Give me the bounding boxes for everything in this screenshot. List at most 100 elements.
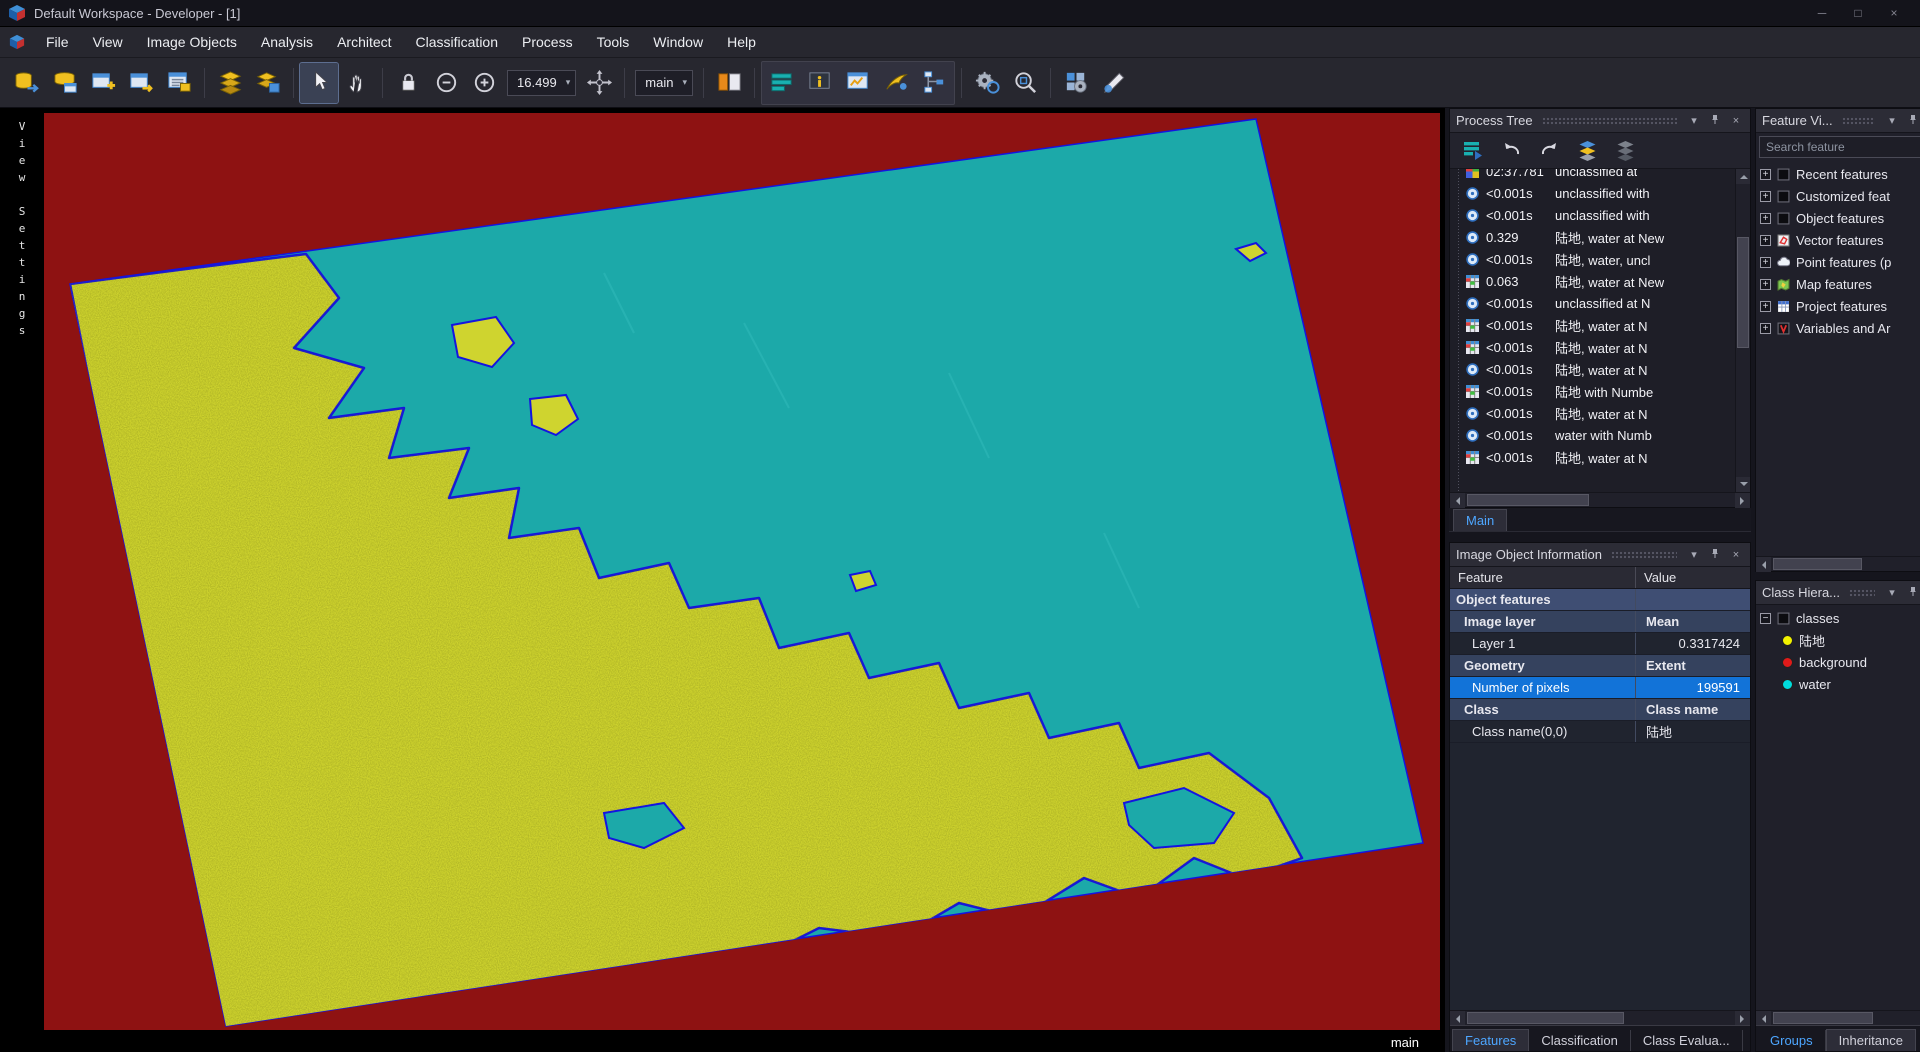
manage-customized-features-icon[interactable]	[968, 63, 1006, 103]
class-hierarchy-horizontal-scrollbar[interactable]	[1756, 1010, 1920, 1025]
class-node-land[interactable]: 陆地	[1756, 629, 1920, 651]
drag-grip[interactable]	[1542, 117, 1677, 125]
menu-classification[interactable]: Classification	[404, 29, 510, 55]
options-icon[interactable]	[1057, 63, 1095, 103]
pin-icon[interactable]	[1905, 114, 1920, 128]
scroll-left-button[interactable]	[1450, 1011, 1465, 1026]
pin-icon[interactable]	[1905, 586, 1920, 600]
process-row[interactable]: <0.001s陆地 with Numbe	[1450, 380, 1735, 402]
chevron-down-icon[interactable]: ▾	[682, 77, 687, 88]
table-row[interactable]: GeometryExtent	[1450, 655, 1750, 677]
search-input[interactable]	[1760, 140, 1920, 154]
expand-icon[interactable]: +	[1760, 301, 1771, 312]
process-row[interactable]: <0.001sunclassified at N	[1450, 292, 1735, 314]
map-viewport[interactable]: main	[44, 108, 1445, 1052]
table-row[interactable]: Image layerMean	[1450, 611, 1750, 633]
class-node-water[interactable]: water	[1756, 673, 1920, 695]
feature-search-box[interactable]	[1759, 136, 1920, 158]
delete-level-icon[interactable]	[1574, 138, 1600, 164]
scroll-thumb[interactable]	[1737, 237, 1749, 348]
scroll-thumb[interactable]	[1467, 494, 1589, 506]
menu-window[interactable]: Window	[641, 29, 715, 55]
menu-analysis[interactable]: Analysis	[249, 29, 325, 55]
pin-icon[interactable]	[1707, 548, 1723, 562]
scroll-thumb[interactable]	[1467, 1012, 1624, 1024]
show-outlines-icon[interactable]	[763, 63, 801, 103]
chevron-down-icon[interactable]: ▾	[1884, 114, 1900, 127]
feature-group-point[interactable]: +Point features (p	[1756, 251, 1920, 273]
feature-view-tree[interactable]: +Recent features +Customized feat +Objec…	[1756, 161, 1920, 556]
redo-icon[interactable]	[1536, 138, 1562, 164]
expand-icon[interactable]: +	[1760, 235, 1771, 246]
tab-classification[interactable]: Classification	[1529, 1030, 1631, 1051]
feature-view-icon[interactable]	[839, 63, 877, 103]
view-settings-tab[interactable]: View Settings	[0, 108, 44, 1052]
process-tree-vertical-scrollbar[interactable]	[1735, 169, 1750, 492]
scroll-right-button[interactable]	[1735, 1011, 1750, 1026]
run-process-icon[interactable]	[1460, 138, 1486, 164]
process-row[interactable]: 02:37.781unclassified at	[1450, 169, 1735, 182]
open-workspace-icon[interactable]	[46, 63, 84, 103]
process-row[interactable]: <0.001s陆地, water at N	[1450, 358, 1735, 380]
feature-group-recent[interactable]: +Recent features	[1756, 163, 1920, 185]
menu-tools[interactable]: Tools	[585, 29, 642, 55]
process-tree-icon[interactable]	[915, 63, 953, 103]
clear-levels-icon[interactable]	[1612, 138, 1638, 164]
process-row[interactable]: <0.001s陆地, water, uncl	[1450, 248, 1735, 270]
table-header[interactable]: Feature Value	[1450, 567, 1750, 589]
table-row[interactable]: Object features	[1450, 589, 1750, 611]
zoom-to-window-icon[interactable]	[1006, 63, 1044, 103]
menu-architect[interactable]: Architect	[325, 29, 403, 55]
select-cursor-icon[interactable]	[300, 63, 338, 103]
feature-group-object[interactable]: +Object features	[1756, 207, 1920, 229]
chevron-down-icon[interactable]: ▾	[1686, 114, 1702, 127]
table-row[interactable]: ClassClass name	[1450, 699, 1750, 721]
process-row[interactable]: <0.001s陆地, water at N	[1450, 314, 1735, 336]
zoom-level-combo[interactable]: 16.499 ▾	[507, 70, 576, 96]
image-object-information-icon[interactable]	[801, 63, 839, 103]
tab-groups[interactable]: Groups	[1758, 1030, 1826, 1051]
drag-grip[interactable]	[1611, 551, 1677, 559]
menu-file[interactable]: File	[34, 29, 81, 55]
process-row[interactable]: <0.001sunclassified with	[1450, 204, 1735, 226]
tab-features[interactable]: Features	[1452, 1029, 1529, 1051]
chevron-down-icon[interactable]: ▾	[1686, 548, 1702, 561]
drag-grip[interactable]	[1849, 589, 1875, 597]
tab-inheritance[interactable]: Inheritance	[1826, 1029, 1916, 1051]
feature-view-horizontal-scrollbar[interactable]	[1756, 556, 1920, 571]
chevron-down-icon[interactable]: ▾	[1884, 586, 1900, 599]
menu-image-objects[interactable]: Image Objects	[135, 29, 249, 55]
map-canvas[interactable]	[44, 113, 1440, 1030]
table-row-selected[interactable]: Number of pixels199591	[1450, 677, 1750, 699]
scroll-left-button[interactable]	[1756, 557, 1771, 572]
undo-icon[interactable]	[1498, 138, 1524, 164]
process-tree-list[interactable]: 02:37.781unclassified at <0.001sunclassi…	[1450, 169, 1735, 492]
drag-grip[interactable]	[1842, 117, 1875, 125]
image-object-information-header[interactable]: Image Object Information ▾ ×	[1450, 543, 1750, 567]
process-tree-horizontal-scrollbar[interactable]	[1450, 492, 1750, 507]
pan-hand-icon[interactable]	[338, 63, 376, 103]
load-image-file-icon[interactable]	[8, 63, 46, 103]
scroll-up-button[interactable]	[1736, 169, 1750, 184]
single-layer-grayscale-icon[interactable]	[249, 63, 287, 103]
class-node-background[interactable]: background	[1756, 651, 1920, 673]
view-classification-icon[interactable]	[877, 63, 915, 103]
maximize-button[interactable]: □	[1840, 2, 1876, 24]
feature-group-customized[interactable]: +Customized feat	[1756, 185, 1920, 207]
expand-icon[interactable]: +	[1760, 169, 1771, 180]
feature-group-variables[interactable]: +Variables and Ar	[1756, 317, 1920, 339]
scroll-right-button[interactable]	[1735, 493, 1750, 508]
create-project-icon[interactable]	[84, 63, 122, 103]
process-row[interactable]: <0.001s陆地, water at N	[1450, 402, 1735, 424]
menu-process[interactable]: Process	[510, 29, 585, 55]
save-project-icon[interactable]	[122, 63, 160, 103]
class-hierarchy-header[interactable]: Class Hiera... ▾ ×	[1756, 581, 1920, 605]
feature-group-project[interactable]: +Project features	[1756, 295, 1920, 317]
process-row[interactable]: <0.001sunclassified with	[1450, 182, 1735, 204]
table-row[interactable]: Layer 10.3317424	[1450, 633, 1750, 655]
expand-icon[interactable]: +	[1760, 279, 1771, 290]
zoom-out-icon[interactable]	[427, 63, 465, 103]
scroll-thumb[interactable]	[1773, 558, 1862, 570]
scroll-down-button[interactable]	[1736, 477, 1750, 492]
pin-icon[interactable]	[1707, 114, 1723, 128]
